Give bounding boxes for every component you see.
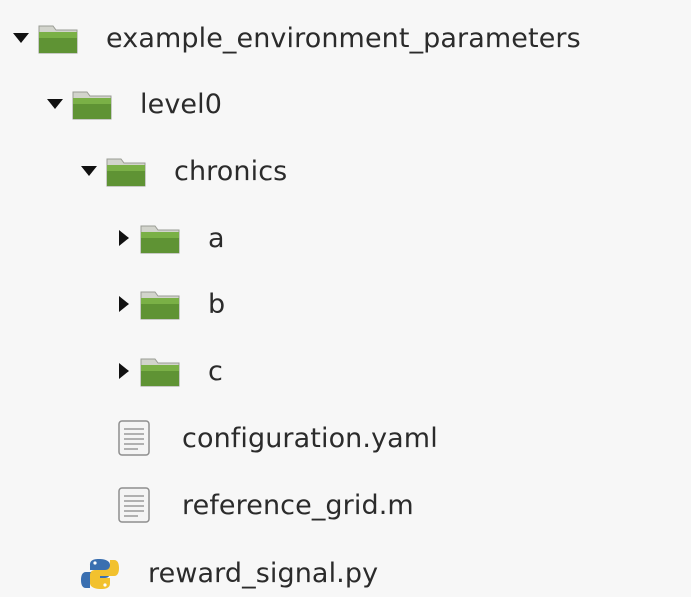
tree-item-label: b xyxy=(208,288,226,320)
folder-icon xyxy=(104,153,148,189)
tree-item-label: reward_signal.py xyxy=(148,557,379,589)
folder-icon xyxy=(70,86,114,122)
tree-item-chronics[interactable]: chronics xyxy=(78,149,287,193)
tree-item-reward-signal-py[interactable]: reward_signal.py xyxy=(78,551,378,595)
folder-icon xyxy=(138,286,182,322)
tree-item-label: reference_grid.m xyxy=(182,489,414,521)
expanded-arrow-icon[interactable] xyxy=(78,160,100,182)
tree-item-configuration-yaml[interactable]: configuration.yaml xyxy=(112,416,438,460)
expanded-arrow-icon[interactable] xyxy=(44,93,66,115)
tree-item-label: c xyxy=(208,355,223,387)
collapsed-arrow-icon[interactable] xyxy=(112,227,134,249)
tree-item-label: a xyxy=(208,222,225,254)
folder-icon xyxy=(36,20,80,56)
tree-item-label: chronics xyxy=(174,155,288,187)
tree-item-a[interactable]: a xyxy=(112,216,225,260)
collapsed-arrow-icon[interactable] xyxy=(112,293,134,315)
file-tree: example_environment_parameters level0 ch… xyxy=(0,0,691,597)
collapsed-arrow-icon[interactable] xyxy=(112,360,134,382)
tree-item-reference-grid-m[interactable]: reference_grid.m xyxy=(112,483,414,527)
tree-item-c[interactable]: c xyxy=(112,349,223,393)
text-file-icon xyxy=(112,418,156,458)
expanded-arrow-icon[interactable] xyxy=(10,27,32,49)
folder-icon xyxy=(138,353,182,389)
tree-item-level0[interactable]: level0 xyxy=(44,82,222,126)
tree-item-example-environment-parameters[interactable]: example_environment_parameters xyxy=(10,16,581,60)
tree-item-label: configuration.yaml xyxy=(182,422,438,454)
text-file-icon xyxy=(112,485,156,525)
tree-item-label: example_environment_parameters xyxy=(106,22,581,54)
tree-item-b[interactable]: b xyxy=(112,282,225,326)
tree-item-label: level0 xyxy=(140,88,222,120)
folder-icon xyxy=(138,220,182,256)
python-file-icon xyxy=(78,553,122,593)
